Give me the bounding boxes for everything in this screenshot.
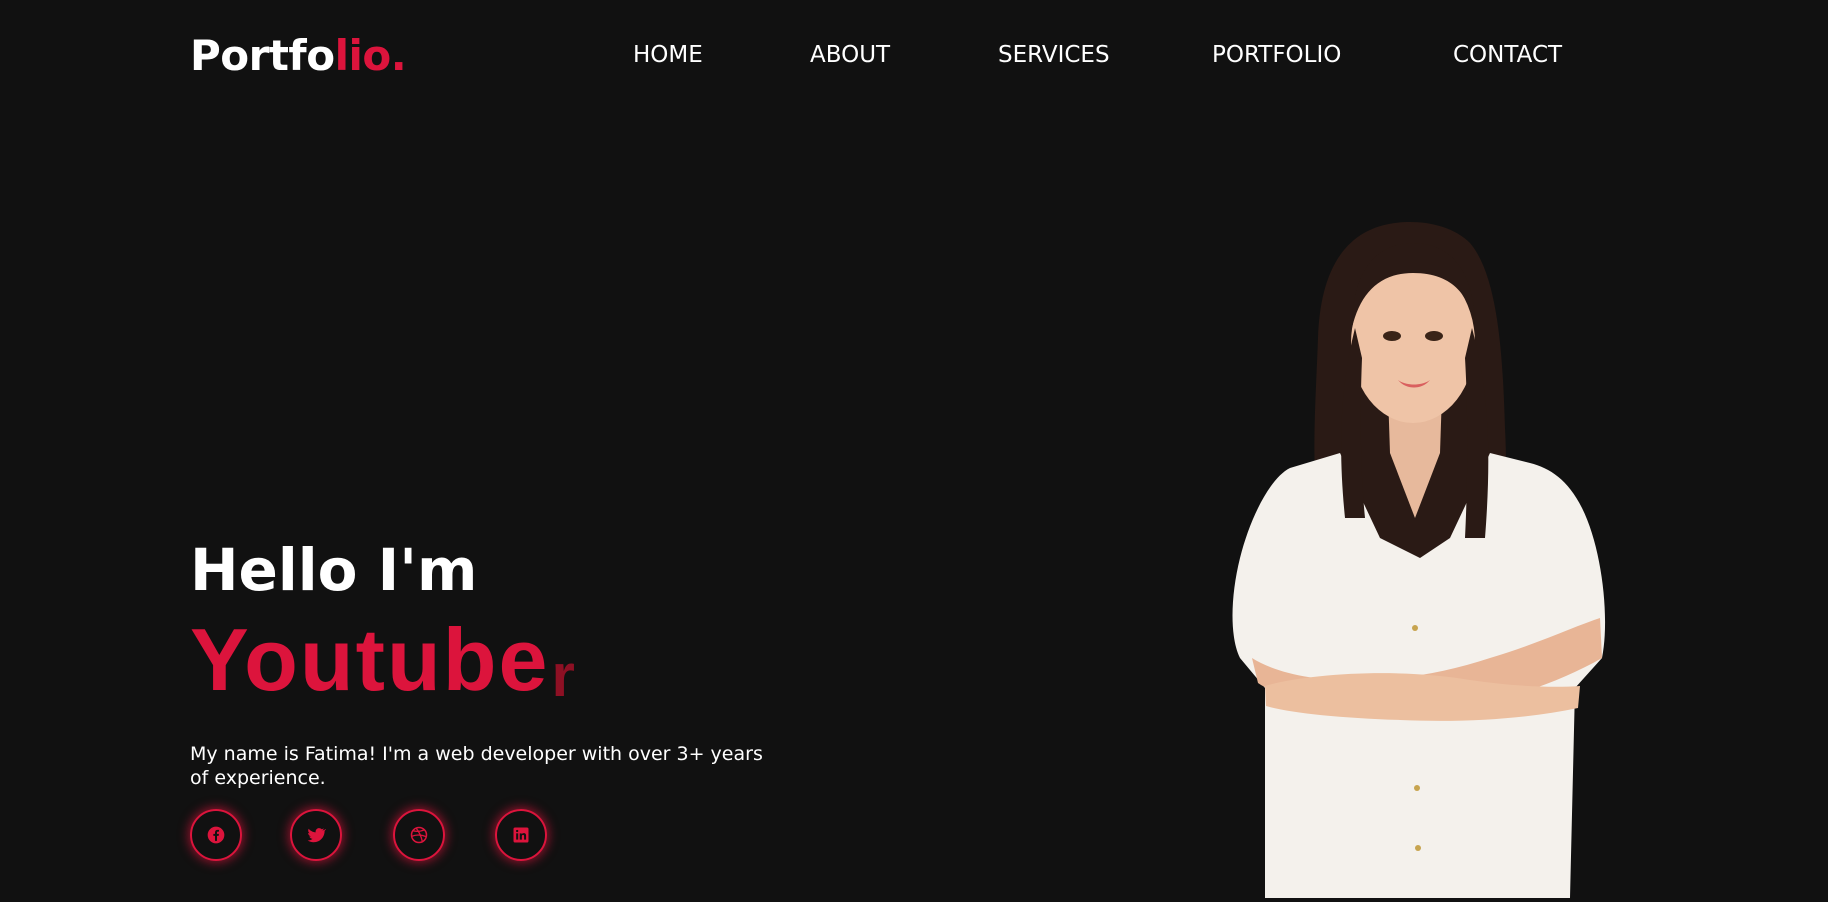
linkedin-button[interactable]	[495, 809, 547, 861]
logo[interactable]: Portfolio.	[190, 30, 407, 82]
hero-intro: My name is Fatima! I'm a web developer w…	[190, 743, 763, 789]
hero-section: Hello I'm Youtuber My name is Fatima! I'…	[190, 530, 790, 809]
facebook-button[interactable]	[190, 809, 242, 861]
linkedin-icon	[513, 827, 529, 843]
nav-item-services[interactable]: SERVICES	[998, 40, 1110, 70]
hero-role-text: Youtube	[190, 610, 550, 709]
logo-text-accent: lio.	[334, 31, 407, 80]
twitter-button[interactable]	[290, 809, 342, 861]
portrait-illustration	[1232, 222, 1606, 898]
hero-role: Youtuber	[190, 616, 790, 714]
hero-greeting: Hello I'm	[190, 536, 478, 604]
nav-item-contact[interactable]: CONTACT	[1453, 40, 1562, 70]
hero-role-typing-char: r	[551, 642, 577, 709]
dribbble-button[interactable]	[393, 809, 445, 861]
nav-item-home[interactable]: HOME	[633, 40, 703, 70]
dribbble-icon	[410, 826, 428, 844]
nav-item-portfolio[interactable]: PORTFOLIO	[1212, 40, 1341, 70]
profile-photo	[1170, 218, 1630, 898]
twitter-icon	[307, 828, 326, 843]
nav-item-about[interactable]: ABOUT	[810, 40, 890, 70]
facebook-icon	[207, 826, 225, 844]
logo-text-primary: Portfo	[190, 31, 335, 80]
site-header: Portfolio. HOME ABOUT SERVICES PORTFOLIO…	[0, 0, 1828, 112]
